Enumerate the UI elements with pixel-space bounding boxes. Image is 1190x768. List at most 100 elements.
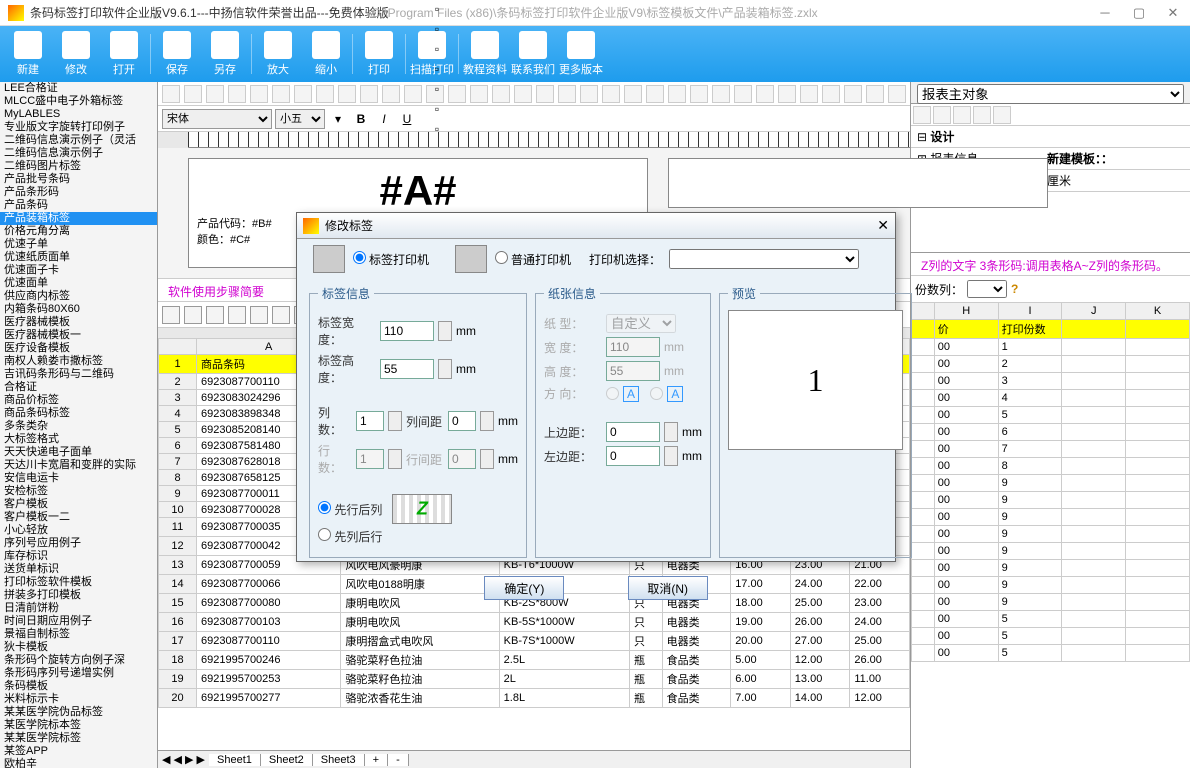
- edit-tool-icon[interactable]: [360, 85, 378, 103]
- sidebar-item[interactable]: 医疗设备模板: [0, 342, 157, 355]
- format-tool-icon[interactable]: ▫: [427, 59, 447, 79]
- sheet-tab[interactable]: +: [365, 754, 388, 766]
- sheet-tool-icon[interactable]: [228, 306, 246, 324]
- minimize-icon[interactable]: ─: [1088, 1, 1122, 25]
- sidebar-item[interactable]: 打印标签软件模板: [0, 576, 157, 589]
- sidebar-item[interactable]: 某某医学院伪品标签: [0, 706, 157, 719]
- spin-icon[interactable]: [438, 321, 452, 341]
- spin-icon[interactable]: [438, 359, 452, 379]
- sheet-tab[interactable]: Sheet3: [313, 754, 365, 766]
- edit-tool-icon[interactable]: [250, 85, 268, 103]
- toolbar-放大[interactable]: 放大: [254, 31, 302, 77]
- sidebar-item[interactable]: 库存标识: [0, 550, 157, 563]
- edit-tool-icon[interactable]: [514, 85, 532, 103]
- order-opt1[interactable]: 先行后列: [318, 501, 382, 518]
- prop-tool-icon[interactable]: [973, 106, 991, 124]
- prop-tool-icon[interactable]: [913, 106, 931, 124]
- edit-tool-icon[interactable]: [712, 85, 730, 103]
- sidebar-item[interactable]: 安检标签: [0, 485, 157, 498]
- toolbar-新建[interactable]: 新建: [4, 31, 52, 77]
- sidebar-item[interactable]: 产品条码: [0, 199, 157, 212]
- sidebar-item[interactable]: 狄卡模板: [0, 641, 157, 654]
- edit-tool-icon[interactable]: [338, 85, 356, 103]
- sidebar-item[interactable]: 产品批号条码: [0, 173, 157, 186]
- edit-tool-icon[interactable]: [844, 85, 862, 103]
- sidebar-item[interactable]: 客户模板: [0, 498, 157, 511]
- object-select[interactable]: 报表主对象: [917, 84, 1184, 104]
- sidebar-item[interactable]: 日清前饼粉: [0, 602, 157, 615]
- sidebar-item[interactable]: 优速面单: [0, 277, 157, 290]
- sidebar-item[interactable]: 二维码图片标签: [0, 160, 157, 173]
- copies-select[interactable]: [967, 280, 1007, 298]
- prop-tool-icon[interactable]: [993, 106, 1011, 124]
- label-printer-radio[interactable]: 标签打印机: [353, 251, 429, 268]
- sidebar-item[interactable]: 某医学院标本签: [0, 719, 157, 732]
- edit-tool-icon[interactable]: [294, 85, 312, 103]
- format-tool-icon[interactable]: ▫: [427, 0, 447, 19]
- toolbar-修改[interactable]: 修改: [52, 31, 100, 77]
- sheet-tool-icon[interactable]: [184, 306, 202, 324]
- sheet-tab[interactable]: Sheet1: [209, 754, 261, 766]
- edit-tool-icon[interactable]: [228, 85, 246, 103]
- edit-tool-icon[interactable]: [272, 85, 290, 103]
- sidebar-item[interactable]: 南权人赖娄市撒标签: [0, 355, 157, 368]
- sidebar-item[interactable]: MyLABLES: [0, 108, 157, 121]
- sidebar-item[interactable]: 优速纸质面单: [0, 251, 157, 264]
- sidebar-item[interactable]: 小心轻放: [0, 524, 157, 537]
- edit-tool-icon[interactable]: [778, 85, 796, 103]
- margin-top-input[interactable]: [606, 422, 660, 442]
- edit-tool-icon[interactable]: [866, 85, 884, 103]
- sidebar-item[interactable]: 序列号应用例子: [0, 537, 157, 550]
- label-preview-2[interactable]: [668, 158, 1048, 208]
- sidebar-item[interactable]: 产品装箱标签: [0, 212, 157, 225]
- sidebar-item[interactable]: 商品条码标签: [0, 407, 157, 420]
- help-icon[interactable]: ?: [1011, 282, 1018, 296]
- edit-tool-icon[interactable]: [206, 85, 224, 103]
- sidebar-item[interactable]: 天天快递电子面单: [0, 446, 157, 459]
- sidebar-item[interactable]: 条形码个旋转方向例子深: [0, 654, 157, 667]
- colgap-input[interactable]: [448, 411, 476, 431]
- cols-input[interactable]: [356, 411, 384, 431]
- sidebar-item[interactable]: 某签APP: [0, 745, 157, 758]
- format-tool-icon[interactable]: ▫: [427, 19, 447, 39]
- edit-tool-icon[interactable]: [470, 85, 488, 103]
- edit-tool-icon[interactable]: [558, 85, 576, 103]
- fontsize-select[interactable]: 小五: [275, 109, 325, 129]
- sidebar-item[interactable]: 安信电运卡: [0, 472, 157, 485]
- format-tool-icon[interactable]: ▫: [427, 99, 447, 119]
- toolbar-教程资料[interactable]: 教程资料: [461, 31, 509, 77]
- sidebar-item[interactable]: 医疗器械模板: [0, 316, 157, 329]
- normal-printer-radio[interactable]: 普通打印机: [495, 251, 571, 268]
- edit-tool-icon[interactable]: [690, 85, 708, 103]
- sidebar-item[interactable]: 多条类杂: [0, 420, 157, 433]
- prop-tool-icon[interactable]: [933, 106, 951, 124]
- edit-tool-icon[interactable]: [756, 85, 774, 103]
- edit-tool-icon[interactable]: [646, 85, 664, 103]
- sidebar-item[interactable]: 商品价标签: [0, 394, 157, 407]
- edit-tool-icon[interactable]: [404, 85, 422, 103]
- edit-tool-icon[interactable]: [668, 85, 686, 103]
- format-tool-icon[interactable]: ▫: [427, 39, 447, 59]
- order-opt2[interactable]: 先列后行: [318, 528, 382, 545]
- close-icon[interactable]: ✕: [1156, 1, 1190, 25]
- underline-button[interactable]: U: [397, 109, 417, 129]
- edit-tool-icon[interactable]: [448, 85, 466, 103]
- dialog-close-icon[interactable]: ✕: [877, 217, 889, 234]
- toolbar-另存[interactable]: 另存: [201, 31, 249, 77]
- spin-icon[interactable]: [664, 446, 678, 466]
- spin-icon[interactable]: [388, 411, 402, 431]
- sidebar-item[interactable]: 合格证: [0, 381, 157, 394]
- label-height-input[interactable]: [380, 359, 434, 379]
- ok-button[interactable]: 确定(Y): [484, 576, 564, 600]
- sidebar-item[interactable]: 供应商内标签: [0, 290, 157, 303]
- format-tool-icon[interactable]: ▫: [427, 79, 447, 99]
- toolbar-更多版本[interactable]: 更多版本: [557, 31, 605, 77]
- edit-tool-icon[interactable]: [580, 85, 598, 103]
- sidebar-item[interactable]: 条形码序列号递增实例: [0, 667, 157, 680]
- sidebar-item[interactable]: 客户模板一二: [0, 511, 157, 524]
- sidebar-item[interactable]: 优速面子卡: [0, 264, 157, 277]
- sheet-tool-icon[interactable]: [250, 306, 268, 324]
- bold-button[interactable]: B: [351, 109, 371, 129]
- sidebar-item[interactable]: 拼装多打印模板: [0, 589, 157, 602]
- printer-select[interactable]: [669, 249, 859, 269]
